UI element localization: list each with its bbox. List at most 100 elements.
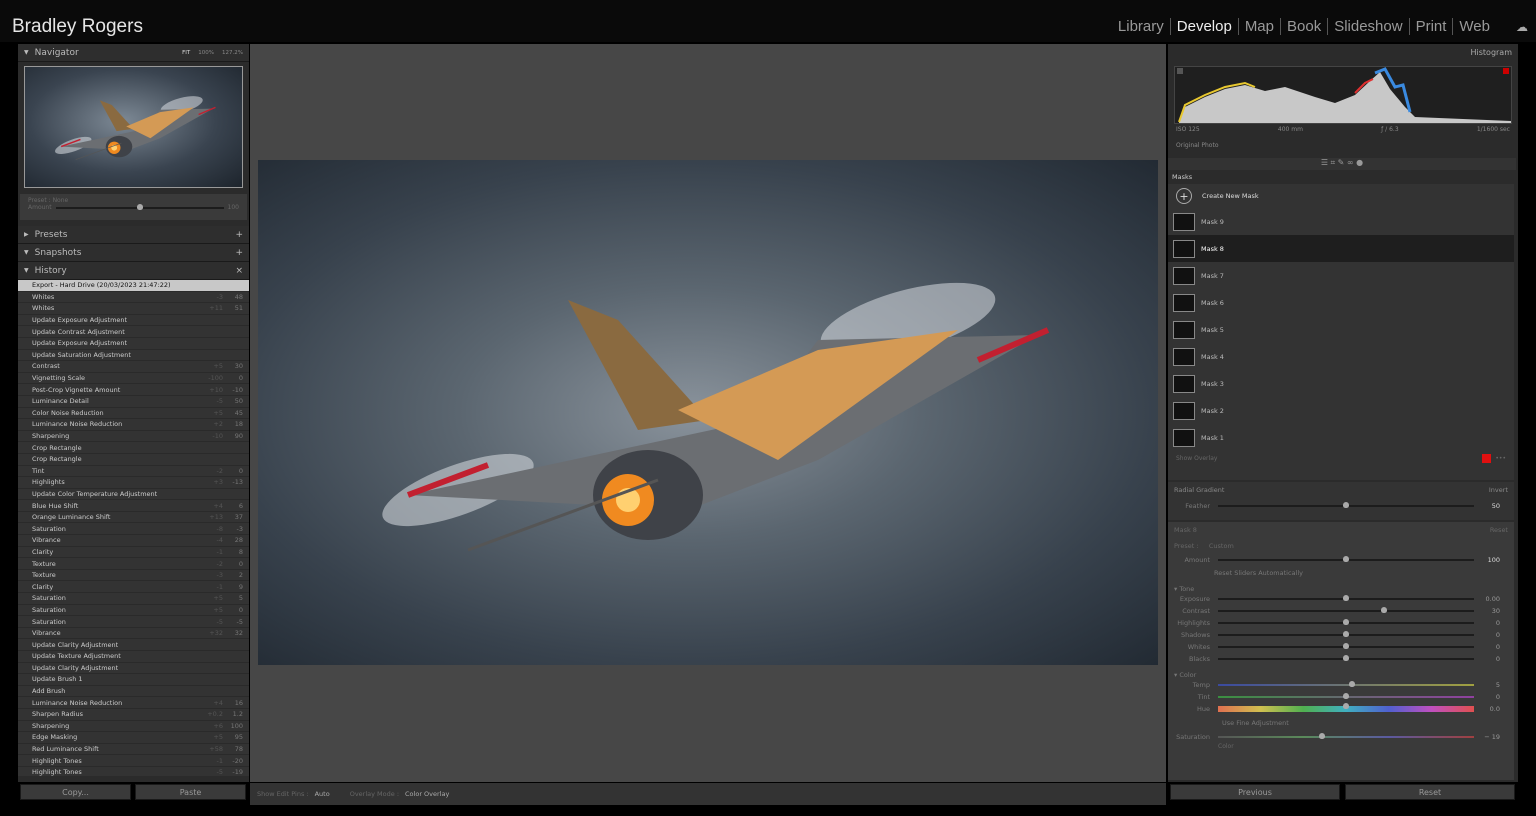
mask-item[interactable]: Mask 1 xyxy=(1168,424,1514,451)
zoom-fit[interactable]: FIT xyxy=(182,50,190,56)
mask-item[interactable]: Mask 4 xyxy=(1168,343,1514,370)
history-item[interactable]: Tint -2 0 xyxy=(18,466,249,478)
history-header[interactable]: ▼ History × xyxy=(18,262,249,280)
preset-value[interactable]: None xyxy=(53,197,69,204)
overlay-mode-select[interactable]: Color Overlay xyxy=(405,790,449,798)
slider-value[interactable]: 5 xyxy=(1478,681,1508,689)
slider-knob[interactable] xyxy=(1343,619,1349,625)
color-header[interactable]: ▾ Color xyxy=(1174,671,1508,679)
history-item[interactable]: Saturation +5 0 xyxy=(18,605,249,617)
mask-thumbnail[interactable] xyxy=(1173,266,1195,285)
history-item[interactable]: Clarity -1 8 xyxy=(18,547,249,559)
history-item[interactable]: Add Brush xyxy=(18,686,249,698)
module-tab-print[interactable]: Print xyxy=(1410,18,1454,35)
add-preset-icon[interactable]: + xyxy=(235,230,243,240)
slider-track[interactable] xyxy=(1218,643,1474,649)
snapshots-header[interactable]: ▼ Snapshots + xyxy=(18,244,249,262)
slider-track[interactable] xyxy=(1218,681,1474,687)
cloud-sync-icon[interactable]: ☁ xyxy=(1516,20,1528,34)
history-item[interactable]: Export - Hard Drive (20/03/2023 21:47:22… xyxy=(18,280,249,292)
history-item[interactable]: Texture -3 2 xyxy=(18,570,249,582)
mask-item[interactable]: Mask 5 xyxy=(1168,316,1514,343)
main-photo[interactable] xyxy=(258,160,1158,665)
history-item[interactable]: Vignetting Scale -100 0 xyxy=(18,373,249,385)
slider-knob[interactable] xyxy=(1343,502,1349,508)
mask-item[interactable]: Mask 8 xyxy=(1168,235,1514,262)
clear-history-icon[interactable]: × xyxy=(235,266,243,276)
feather-slider[interactable] xyxy=(1218,502,1474,508)
zoom-100[interactable]: 100% xyxy=(198,50,214,56)
history-item[interactable]: Update Brush 1 xyxy=(18,674,249,686)
slider-knob[interactable] xyxy=(1343,595,1349,601)
history-item[interactable]: Update Exposure Adjustment xyxy=(18,338,249,350)
module-tab-book[interactable]: Book xyxy=(1281,18,1329,35)
overlay-color-swatch[interactable] xyxy=(1482,453,1492,463)
slider-track[interactable] xyxy=(1218,733,1474,739)
slider-knob[interactable] xyxy=(136,203,143,210)
module-tab-develop[interactable]: Develop xyxy=(1171,18,1239,35)
slider-knob[interactable] xyxy=(1343,655,1349,661)
module-tab-web[interactable]: Web xyxy=(1453,18,1496,35)
navigator-header[interactable]: ▼ Navigator FIT 100% 127.2% xyxy=(18,44,249,62)
history-item[interactable]: Update Clarity Adjustment xyxy=(18,663,249,675)
crop-icon[interactable]: ⌗ xyxy=(1331,158,1336,167)
slider-track[interactable] xyxy=(1218,703,1474,712)
slider-value[interactable]: 0 xyxy=(1478,619,1508,627)
slider-knob[interactable] xyxy=(1343,556,1349,562)
show-overlay-checkbox[interactable]: Show Overlay xyxy=(1176,455,1482,462)
history-item[interactable]: Luminance Noise Reduction +4 16 xyxy=(18,697,249,709)
history-item[interactable]: Clarity -1 9 xyxy=(18,581,249,594)
history-item[interactable]: Vibrance -4 28 xyxy=(18,535,249,547)
history-item[interactable]: Texture -2 0 xyxy=(18,558,249,570)
slider-track[interactable] xyxy=(1218,693,1474,699)
history-item[interactable]: Whites -3 48 xyxy=(18,292,249,304)
history-item[interactable]: Contrast +5 30 xyxy=(18,361,249,373)
mask-thumbnail[interactable] xyxy=(1173,401,1195,420)
slider-value[interactable]: 0 xyxy=(1478,631,1508,639)
preset-select[interactable]: Custom xyxy=(1209,542,1234,550)
history-item[interactable]: Update Color Temperature Adjustment xyxy=(18,489,249,501)
presets-header[interactable]: ▶ Presets + xyxy=(18,226,249,244)
slider-value[interactable]: 0 xyxy=(1478,655,1508,663)
reset-button[interactable]: Reset xyxy=(1345,784,1515,800)
mask-item[interactable]: Mask 3 xyxy=(1168,370,1514,397)
paste-button[interactable]: Paste xyxy=(135,784,246,800)
history-item[interactable]: Update Contrast Adjustment xyxy=(18,326,249,338)
module-tab-map[interactable]: Map xyxy=(1239,18,1281,35)
healing-icon[interactable]: ✎ xyxy=(1338,158,1345,167)
redeye-icon[interactable]: ∞ xyxy=(1347,158,1354,167)
history-item[interactable]: Update Exposure Adjustment xyxy=(18,315,249,327)
mask-thumbnail[interactable] xyxy=(1173,374,1195,393)
history-item[interactable]: Whites +11 51 xyxy=(18,303,249,315)
history-item[interactable]: Post-Crop Vignette Amount +10 -10 xyxy=(18,384,249,396)
masking-icon[interactable]: ● xyxy=(1356,158,1363,167)
slider-knob[interactable] xyxy=(1343,643,1349,649)
history-item[interactable]: Red Luminance Shift +58 78 xyxy=(18,744,249,756)
slider-value[interactable]: − 19 xyxy=(1478,733,1508,741)
edit-pins-select[interactable]: Auto xyxy=(315,790,330,798)
slider-knob[interactable] xyxy=(1349,681,1356,687)
module-tab-slideshow[interactable]: Slideshow xyxy=(1328,18,1410,35)
slider-track[interactable] xyxy=(1218,607,1474,613)
slider-track[interactable] xyxy=(1218,619,1474,625)
mask-thumbnail[interactable] xyxy=(1173,293,1195,312)
history-item[interactable]: Update Saturation Adjustment xyxy=(18,350,249,362)
history-item[interactable]: Sharpen Radius +0.2 1.2 xyxy=(18,709,249,721)
mask-thumbnail[interactable] xyxy=(1173,320,1195,339)
mask-reset-button[interactable]: Reset xyxy=(1490,526,1508,534)
slider-track[interactable] xyxy=(1218,595,1474,601)
history-item[interactable]: Highlight Tones -5 -19 xyxy=(18,767,249,776)
module-tab-library[interactable]: Library xyxy=(1112,18,1171,35)
slider-value[interactable]: 0.0 xyxy=(1478,705,1508,713)
histogram[interactable] xyxy=(1174,66,1512,124)
slider-value[interactable]: 30 xyxy=(1478,607,1508,615)
zoom-custom[interactable]: 127.2% xyxy=(222,50,243,56)
tone-header[interactable]: ▾ Tone xyxy=(1174,585,1508,593)
history-item[interactable]: Vibrance +32 32 xyxy=(18,628,249,640)
edit-icon[interactable]: ☰ xyxy=(1321,158,1328,167)
slider-knob[interactable] xyxy=(1343,631,1349,637)
history-item[interactable]: Update Clarity Adjustment xyxy=(18,639,249,651)
slider-value[interactable]: 0.00 xyxy=(1478,595,1508,603)
slider-value[interactable]: 0 xyxy=(1478,643,1508,651)
slider-knob[interactable] xyxy=(1343,693,1349,699)
